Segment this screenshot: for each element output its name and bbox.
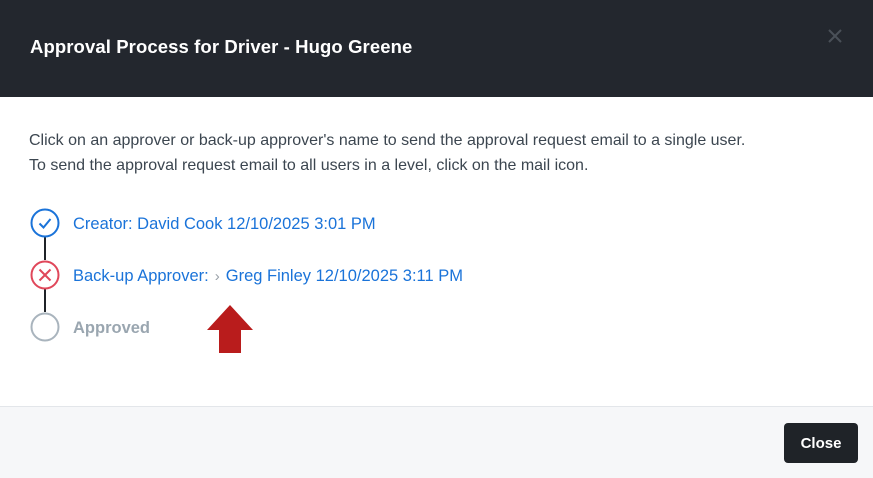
check-circle-icon bbox=[30, 208, 60, 238]
step-backup-approver: Back-up Approver: › Greg Finley 12/10/2025… bbox=[73, 267, 463, 286]
close-button[interactable]: Close bbox=[784, 423, 858, 463]
x-circle-icon bbox=[30, 260, 60, 290]
approval-timeline: Creator: David Cook 12/10/2025 3:01 PM B… bbox=[0, 97, 873, 406]
timeline-connector bbox=[44, 236, 46, 260]
dialog-title: Approval Process for Driver - Hugo Green… bbox=[30, 36, 413, 57]
dialog-body: Click on an approver or back-up approver… bbox=[0, 97, 873, 406]
backup-approver-name-link[interactable]: Greg Finley 12/10/2025 3:11 PM bbox=[226, 267, 463, 285]
step-creator[interactable]: Creator: David Cook 12/10/2025 3:01 PM bbox=[73, 215, 376, 234]
empty-circle-icon bbox=[30, 312, 60, 342]
approval-dialog: Approval Process for Driver - Hugo Green… bbox=[0, 0, 873, 478]
dialog-header: Approval Process for Driver - Hugo Green… bbox=[0, 0, 873, 97]
creator-link[interactable]: Creator: David Cook 12/10/2025 3:01 PM bbox=[73, 215, 376, 233]
chevron-right-icon: › bbox=[214, 268, 220, 285]
close-icon[interactable] bbox=[826, 27, 844, 45]
dialog-footer: Close bbox=[0, 406, 873, 478]
backup-approver-role-label: Back-up Approver: bbox=[73, 267, 209, 285]
step-approved: Approved bbox=[73, 319, 151, 337]
timeline-connector bbox=[44, 288, 46, 312]
red-up-arrow-icon bbox=[206, 305, 254, 353]
